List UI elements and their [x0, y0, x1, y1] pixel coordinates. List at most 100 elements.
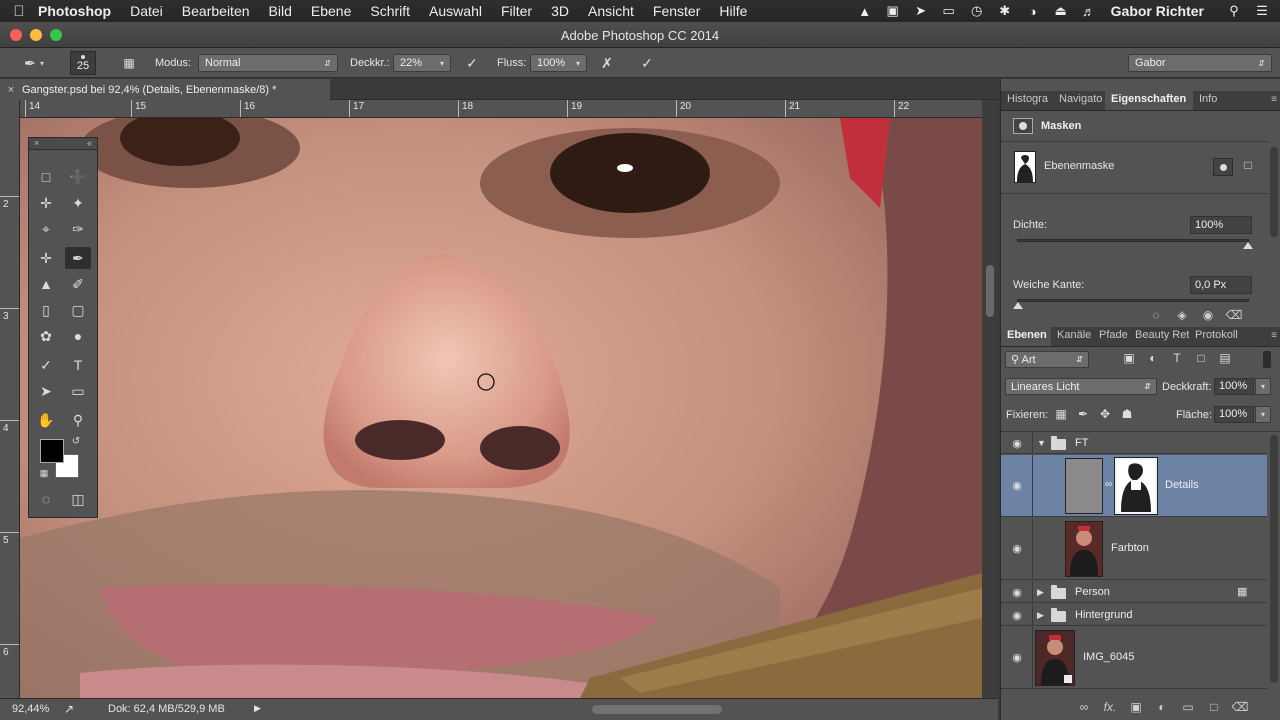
clone-stamp-tool-icon[interactable]: ▲ [33, 273, 59, 295]
new-group-icon[interactable]: ▭ [1175, 700, 1201, 714]
add-mask-icon[interactable]: ▣ [1123, 700, 1149, 714]
lasso-tool-icon[interactable]: ✛ [33, 192, 59, 214]
chevron-down-icon[interactable]: ▾ [1255, 378, 1271, 395]
brush-tool-icon[interactable]: ✒ [65, 247, 91, 269]
brush-size-picker[interactable]: 25 [70, 51, 96, 75]
expand-triangle-icon[interactable]: ▶ [1037, 610, 1044, 621]
airplay-icon[interactable]: ▭ [937, 3, 961, 19]
mode-select[interactable]: Normal ⇵ [198, 54, 338, 72]
lock-all-icon[interactable]: ☗ [1119, 407, 1135, 421]
default-colors-icon[interactable]: ▦ [37, 466, 51, 480]
time-machine-icon[interactable]: ◷ [965, 3, 989, 19]
panel-menu-icon[interactable]: ≡ [1271, 94, 1277, 105]
vector-mask-add-icon[interactable]: □ [1239, 158, 1257, 176]
collapse-panel-icon[interactable]: « [87, 138, 92, 149]
chevron-down-icon[interactable]: ▾ [1255, 406, 1271, 423]
menu-ansicht[interactable]: Ansicht [588, 3, 634, 19]
close-panel-icon[interactable]: × [34, 138, 39, 149]
bluetooth-icon[interactable]: ✱ [993, 3, 1017, 19]
menu-auswahl[interactable]: Auswahl [429, 3, 482, 19]
apply-mask-icon[interactable]: ◈ [1169, 308, 1195, 322]
hand-tool-icon[interactable]: ✋ [33, 409, 59, 431]
expand-triangle-icon[interactable]: ▼ [1037, 438, 1046, 448]
spotlight-search-icon[interactable]: ⚲ [1222, 3, 1246, 19]
document-tab[interactable]: × Gangster.psd bei 92,4% (Details, Ebene… [0, 79, 330, 100]
swap-colors-icon[interactable]: ↺ [69, 434, 83, 448]
healing-brush-tool-icon[interactable]: ✛ [33, 247, 59, 269]
expand-triangle-icon[interactable]: ▶ [1037, 587, 1044, 598]
tab-navigator[interactable]: Navigato [1053, 90, 1105, 110]
tab-info[interactable]: Info [1193, 90, 1233, 110]
filter-pixel-icon[interactable]: ▣ [1119, 351, 1139, 365]
marquee-tool-icon[interactable]: □ [33, 166, 59, 188]
brush-panel-toggle-icon[interactable]: ▦ [119, 53, 139, 73]
status-menu-arrow-icon[interactable]: ▶ [254, 703, 261, 714]
menu-hilfe[interactable]: Hilfe [719, 3, 747, 19]
new-layer-icon[interactable]: □ [1201, 700, 1227, 714]
layer-filter-select[interactable]: ⚲ Art ⇵ [1005, 351, 1089, 368]
screen-mode-icon[interactable]: ◫ [65, 488, 91, 510]
layer-opacity-field[interactable]: 100% [1214, 378, 1254, 395]
density-field[interactable]: 100% [1190, 216, 1252, 234]
filter-type-icon[interactable]: T [1167, 351, 1187, 365]
adjustment-layer-icon[interactable]: ◐ [1149, 700, 1175, 714]
menu-bearbeiten[interactable]: Bearbeiten [182, 3, 250, 19]
canvas-vertical-scrollbar[interactable] [982, 100, 998, 698]
zoom-tool-icon[interactable]: ⚲ [65, 409, 91, 431]
flow-field[interactable]: 100% ▾ [530, 54, 587, 72]
menu-fenster[interactable]: Fenster [653, 3, 700, 19]
type-tool-icon[interactable]: T [65, 354, 91, 376]
pressure-size-icon[interactable]: ✓ [637, 53, 657, 73]
tab-beauty-retouch[interactable]: Beauty Ret [1129, 326, 1189, 346]
menu-app-photoshop[interactable]: Photoshop [38, 3, 111, 19]
menu-filter[interactable]: Filter [501, 3, 532, 19]
feather-slider-knob[interactable] [1013, 302, 1023, 309]
pen-tool-icon[interactable]: ✓ [33, 354, 59, 376]
horizontal-ruler[interactable]: 14 15 16 17 18 19 20 21 22 [20, 100, 982, 118]
layer-row-hintergrund[interactable]: ◉ ▶ Hintergrund [1001, 604, 1267, 626]
visibility-eye-icon[interactable]: ◉ [1009, 586, 1025, 599]
density-slider-knob[interactable] [1243, 242, 1253, 249]
opacity-field[interactable]: 22% ▾ [393, 54, 451, 72]
layers-scrollbar[interactable] [1270, 435, 1278, 683]
volume-icon[interactable]: ♬ [1077, 4, 1101, 19]
toggle-mask-icon[interactable]: ◉ [1195, 308, 1221, 322]
quick-selection-tool-icon[interactable]: ✦ [65, 192, 91, 214]
chain-link-icon[interactable]: ∞ [1105, 479, 1112, 490]
forward-icon[interactable]: ➤ [909, 3, 933, 19]
tab-properties[interactable]: Eigenschaften [1105, 90, 1193, 110]
menu-3d[interactable]: 3D [551, 3, 569, 19]
layer-row-details[interactable]: ◉ ∞ Details [1001, 455, 1267, 517]
feather-slider[interactable] [1013, 299, 1249, 309]
lock-pixels-icon[interactable]: ✒ [1075, 407, 1091, 421]
visibility-eye-icon[interactable]: ◉ [1009, 479, 1025, 492]
feather-field[interactable]: 0,0 Px [1190, 276, 1252, 294]
layer-row-ft[interactable]: ◉ ▼ FT [1001, 432, 1267, 454]
tab-history[interactable]: Protokoll [1189, 326, 1243, 346]
apple-menu-icon[interactable]:  [0, 3, 38, 20]
history-brush-tool-icon[interactable]: ✐ [65, 273, 91, 295]
delete-layer-icon[interactable]: ⌫ [1227, 700, 1253, 714]
airbrush-icon[interactable]: ✗ [597, 53, 617, 73]
move-tool-icon[interactable]: ➕ [65, 166, 91, 188]
visibility-eye-icon[interactable]: ◉ [1009, 542, 1025, 555]
tab-layers[interactable]: Ebenen [1001, 326, 1051, 346]
lock-position-icon[interactable]: ✥ [1097, 407, 1113, 421]
density-slider[interactable] [1017, 239, 1253, 249]
gradient-tool-icon[interactable]: ▢ [65, 299, 91, 321]
filter-adjustment-icon[interactable]: ◐ [1143, 351, 1163, 365]
quick-mask-icon[interactable]: ◌ [33, 488, 59, 510]
vertical-ruler[interactable]: 2 3 4 5 6 [0, 100, 20, 698]
document-canvas[interactable] [20, 118, 982, 698]
hat-icon[interactable]: ▲ [853, 4, 877, 19]
load-selection-icon[interactable]: ◌ [1143, 308, 1169, 322]
layer-row-farbton[interactable]: ◉ Farbton [1001, 518, 1267, 580]
layer-mask-thumbnail[interactable] [1114, 457, 1158, 515]
share-icon[interactable]: ↗ [64, 702, 74, 716]
eject-icon[interactable]: ⏏ [1049, 3, 1073, 19]
rectangle-tool-icon[interactable]: ▭ [65, 380, 91, 402]
menu-datei[interactable]: Datei [130, 3, 163, 19]
notification-list-icon[interactable]: ☰ [1250, 3, 1274, 19]
close-tab-icon[interactable]: × [0, 84, 22, 96]
visibility-eye-icon[interactable]: ◉ [1009, 609, 1025, 622]
